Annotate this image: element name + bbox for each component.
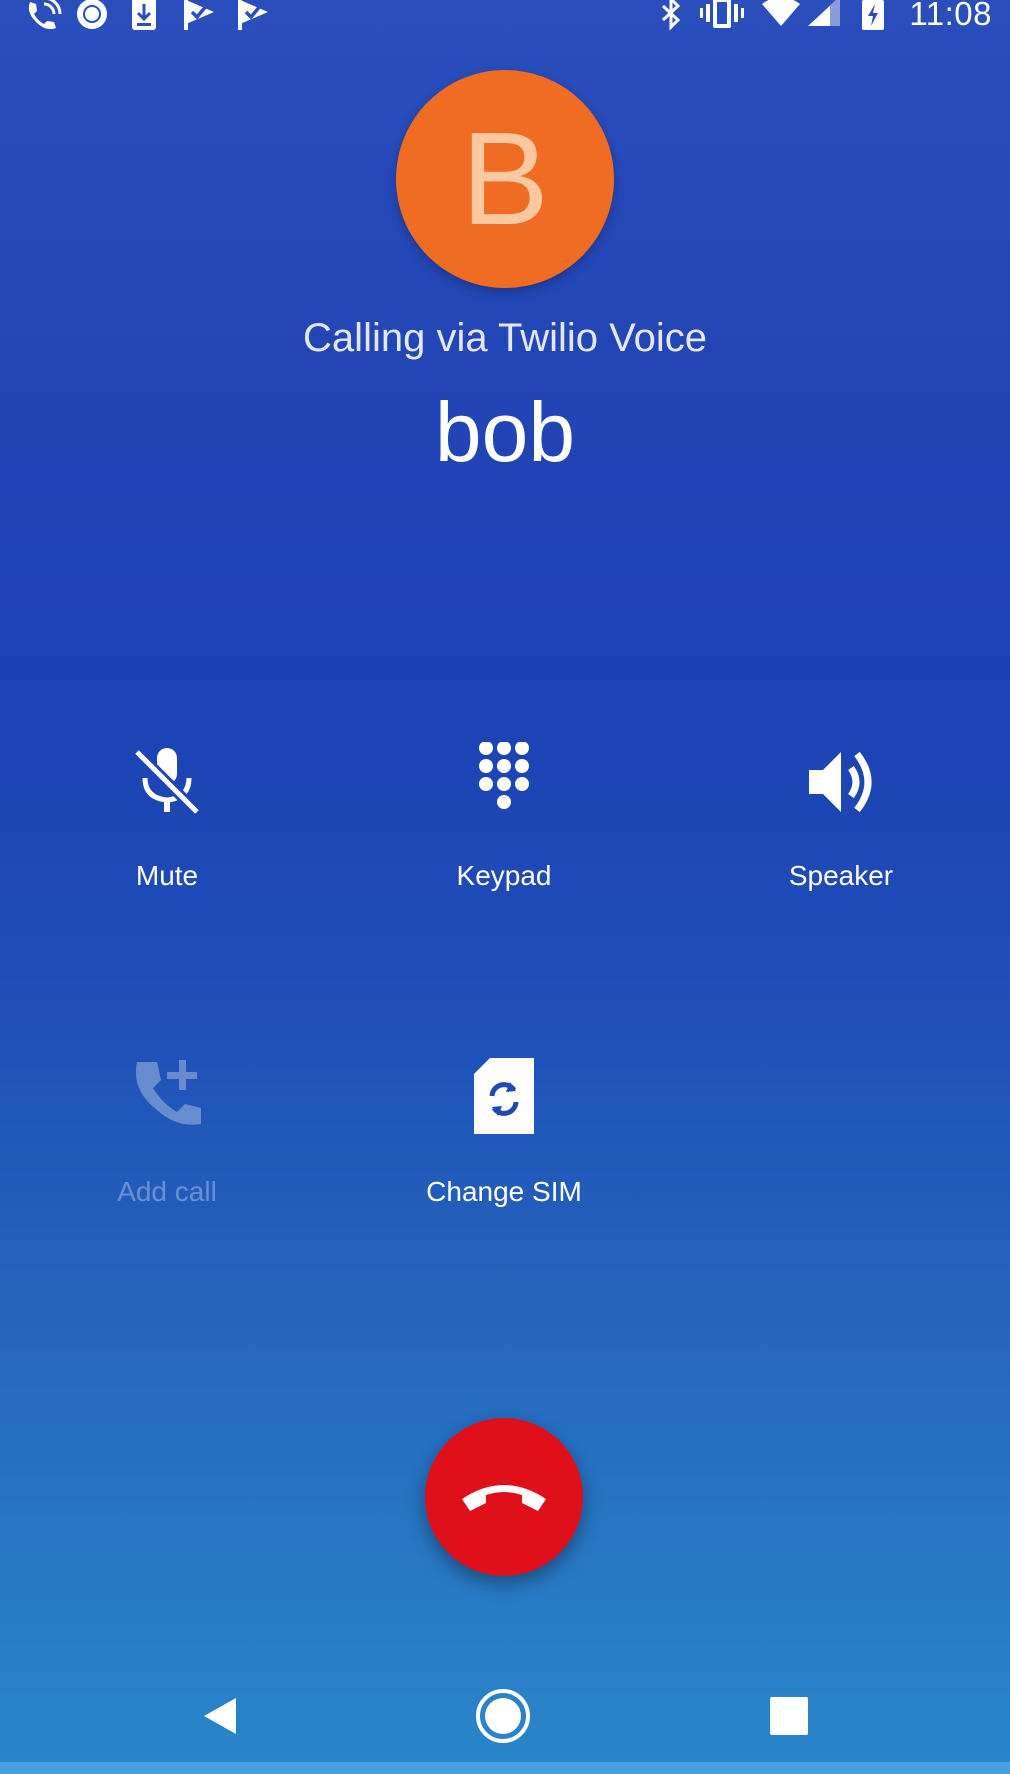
sim-swap-icon	[474, 1058, 534, 1134]
change-sim-label: Change SIM	[426, 1176, 582, 1207]
add-call-button[interactable]: Add call	[47, 1058, 287, 1258]
status-time: 11:08	[909, 0, 992, 32]
home-icon	[476, 1689, 530, 1743]
speaker-label: Speaker	[788, 860, 894, 891]
wifi-calling-icon	[28, 0, 62, 30]
keypad-label: Keypad	[456, 860, 552, 891]
circle-record-icon	[77, 0, 107, 29]
change-sim-button[interactable]: Change SIM	[384, 1058, 624, 1258]
avatar-initial: B	[460, 105, 550, 252]
bluetooth-icon	[661, 0, 681, 31]
caller-name: bob	[434, 385, 576, 479]
cell-signal-icon	[808, 0, 840, 26]
speaker-icon	[809, 751, 872, 813]
wifi-icon	[762, 0, 800, 26]
in-call-screen: 11:08 B Calling via Twilio Voice bob Mut…	[0, 0, 1010, 1774]
vibrate-icon	[700, 0, 744, 28]
nav-home-button[interactable]	[473, 1686, 533, 1746]
download-icon	[132, 0, 156, 30]
add-call-icon	[135, 1060, 201, 1125]
battery-charging-icon	[862, 0, 884, 30]
mic-off-icon	[133, 748, 201, 816]
check-flag-icon	[184, 0, 214, 30]
bottom-strip	[0, 1762, 1010, 1774]
add-call-label: Add call	[117, 1176, 217, 1207]
back-icon	[204, 1698, 236, 1734]
keypad-button[interactable]: Keypad	[384, 742, 624, 942]
calling-via-label: Calling via Twilio Voice	[303, 316, 707, 360]
call-end-icon	[462, 1485, 546, 1511]
end-call-button[interactable]	[425, 1418, 583, 1576]
caller-avatar: B	[396, 70, 614, 288]
speaker-button[interactable]: Speaker	[721, 742, 961, 942]
dialpad-icon	[479, 742, 529, 809]
mute-label: Mute	[135, 860, 199, 891]
check-flag-icon	[238, 0, 268, 30]
nav-back-button[interactable]	[190, 1686, 250, 1746]
recents-icon	[770, 1697, 808, 1735]
nav-recents-button[interactable]	[759, 1686, 819, 1746]
mute-button[interactable]: Mute	[47, 742, 287, 942]
status-bar: 11:08	[0, 0, 1010, 34]
